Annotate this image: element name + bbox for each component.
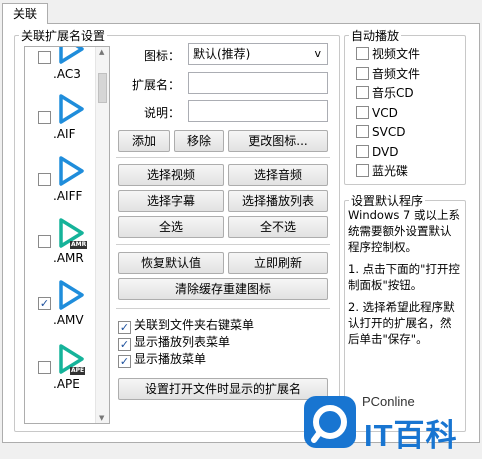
- remove-button[interactable]: 移除: [174, 130, 224, 152]
- file-list-item[interactable]: .AC3: [25, 47, 95, 93]
- checkbox-box[interactable]: [356, 144, 369, 158]
- autoplay-label: 音频文件: [372, 66, 421, 81]
- autoplay-label: 音乐CD: [372, 86, 414, 100]
- file-checkbox[interactable]: [38, 361, 51, 374]
- checkbox-box[interactable]: ✓: [118, 338, 131, 351]
- checkbox-box[interactable]: [356, 105, 369, 119]
- autoplay-label: VCD: [372, 105, 398, 120]
- autoplay-legend: 自动播放: [351, 29, 400, 43]
- default-program-info: Windows 7 或以上系统需要额外设置默认程序控制权。 1. 点击下面的"打…: [348, 207, 460, 353]
- checkbox-box[interactable]: [356, 125, 369, 138]
- select-subtitle-button[interactable]: 选择字幕: [118, 190, 224, 212]
- checkbox-box[interactable]: [356, 164, 369, 177]
- scrollbar-thumb[interactable]: [98, 73, 107, 103]
- autoplay-checkbox[interactable]: 音频文件: [356, 66, 421, 82]
- play-triangle-icon: [59, 280, 84, 310]
- file-list-item[interactable]: APE .APE: [25, 343, 95, 403]
- icon-select-value: 默认(推荐): [193, 47, 251, 61]
- restore-default-button[interactable]: 恢复默认值: [118, 252, 224, 274]
- scroll-up-icon[interactable]: ▲: [99, 48, 104, 56]
- extension-label: 扩展名：: [131, 78, 180, 92]
- autoplay-checkbox[interactable]: 蓝光碟: [356, 164, 408, 179]
- pconline-watermark: PConline IT百科: [300, 392, 476, 454]
- list-scrollbar[interactable]: ▲ ▼: [95, 47, 109, 423]
- select-all-button[interactable]: 全选: [118, 216, 224, 238]
- play-triangle-icon: [59, 94, 84, 124]
- tab-association[interactable]: 关联: [2, 3, 48, 24]
- separator: [116, 157, 330, 158]
- select-audio-button[interactable]: 选择音频: [228, 164, 328, 186]
- autoplay-checkbox[interactable]: SVCD: [356, 125, 405, 140]
- file-checkbox[interactable]: ✓: [38, 297, 51, 310]
- select-video-button[interactable]: 选择视频: [118, 164, 224, 186]
- icon-label: 图标：: [143, 49, 180, 63]
- info-text-3: 2. 选择希望此程序默认打开的扩展名，然后单击"保存"。: [348, 300, 455, 346]
- change-icon-button[interactable]: 更改图标...: [228, 130, 328, 152]
- checkbox-box[interactable]: ✓: [118, 355, 131, 368]
- select-none-button[interactable]: 全不选: [228, 216, 328, 238]
- file-extension-label: .AIF: [53, 127, 76, 141]
- autoplay-label: 蓝光碟: [372, 164, 409, 178]
- icon-select[interactable]: 默认(推荐) v: [188, 43, 328, 65]
- checkbox-box[interactable]: [356, 86, 369, 99]
- checkbox-box[interactable]: ✓: [118, 321, 131, 334]
- autoplay-label: DVD: [372, 144, 399, 159]
- file-list-item[interactable]: .AIFF: [25, 155, 95, 215]
- description-input[interactable]: [188, 100, 328, 122]
- file-extension-label: .AIFF: [53, 189, 83, 203]
- watermark-brand: PConline: [362, 394, 415, 409]
- file-checkbox[interactable]: [38, 51, 51, 64]
- info-text-1: Windows 7 或以上系统需要额外设置默认程序控制权。: [348, 208, 460, 254]
- add-button[interactable]: 添加: [118, 130, 170, 152]
- separator: [116, 308, 330, 309]
- autoplay-checkbox[interactable]: 视频文件: [356, 47, 420, 62]
- play-triangle-icon: [59, 156, 84, 186]
- pconline-logo-icon: [304, 396, 356, 448]
- autoplay-label: 视频文件: [372, 47, 421, 61]
- autoplay-checkbox[interactable]: DVD: [356, 144, 399, 160]
- format-badge: APE: [70, 367, 86, 375]
- file-extension-label: .AC3: [53, 67, 81, 81]
- file-extension-list[interactable]: ▲ ▼ .AC3 .AIF .AIFF AMR .AMR ✓ .AMV APE .APE: [24, 46, 110, 424]
- file-extension-label: .APE: [53, 377, 80, 391]
- file-checkbox[interactable]: [38, 111, 51, 124]
- separator: [116, 244, 330, 245]
- option-label: 关联到文件夹右键菜单: [134, 318, 255, 332]
- autoplay-checkbox[interactable]: 音乐CD: [356, 86, 414, 101]
- file-extension-label: .AMR: [53, 251, 84, 265]
- option-checkbox[interactable]: ✓ 显示播放列表菜单: [118, 335, 231, 351]
- play-triangle-icon: [59, 47, 84, 64]
- chevron-down-icon[interactable]: v: [314, 44, 321, 64]
- description-label: 说明：: [143, 106, 180, 120]
- checkbox-box[interactable]: [356, 66, 369, 80]
- extension-input[interactable]: [188, 72, 328, 94]
- checkbox-box[interactable]: [356, 47, 369, 60]
- file-list-item[interactable]: .AIF: [25, 93, 95, 153]
- info-text-2: 1. 点击下面的"打开控制面板"按钮。: [348, 262, 460, 292]
- autoplay-label: SVCD: [372, 125, 406, 139]
- set-open-extension-button[interactable]: 设置打开文件时显示的扩展名: [118, 378, 328, 400]
- clear-cache-button[interactable]: 清除缓存重建图标: [118, 278, 328, 300]
- option-checkbox[interactable]: ✓ 关联到文件夹右键菜单: [118, 318, 255, 334]
- file-checkbox[interactable]: [38, 173, 51, 186]
- option-checkbox[interactable]: ✓ 显示播放菜单: [118, 352, 207, 368]
- select-playlist-button[interactable]: 选择播放列表: [228, 190, 328, 212]
- scroll-down-icon[interactable]: ▼: [99, 414, 104, 422]
- file-list-item[interactable]: ✓ .AMV: [25, 279, 95, 339]
- file-list-item[interactable]: AMR .AMR: [25, 217, 95, 277]
- file-extension-label: .AMV: [53, 313, 84, 327]
- file-checkbox[interactable]: [38, 235, 51, 248]
- refresh-now-button[interactable]: 立即刷新: [228, 252, 328, 274]
- watermark-name: IT百科: [364, 418, 458, 453]
- option-label: 显示播放菜单: [134, 352, 207, 366]
- option-label: 显示播放列表菜单: [134, 335, 231, 349]
- extension-settings-legend: 关联扩展名设置: [21, 29, 106, 43]
- autoplay-checkbox[interactable]: VCD: [356, 105, 398, 121]
- format-badge: AMR: [70, 241, 88, 249]
